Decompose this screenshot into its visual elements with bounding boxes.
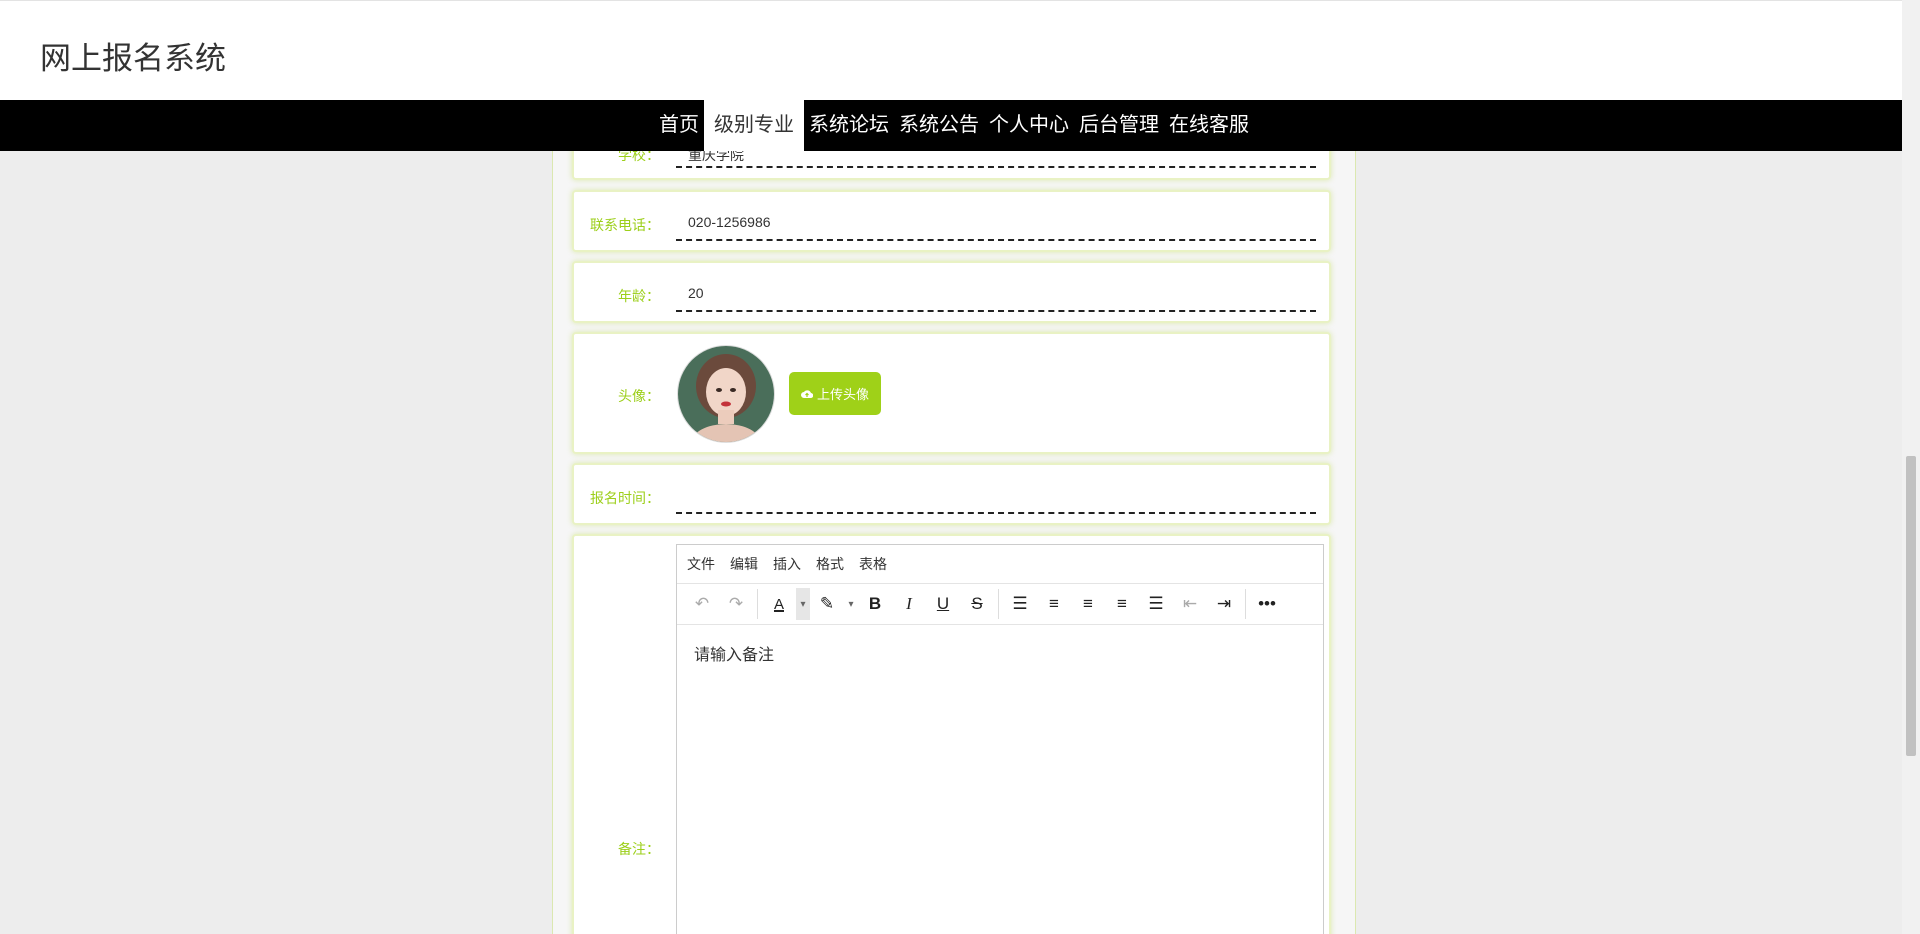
- upload-avatar-label: 上传头像: [816, 387, 869, 402]
- upload-avatar-button[interactable]: 上传头像: [789, 372, 881, 415]
- rich-text-editor: 文件 编辑 插入 格式 表格 ↶ ↷ A ▾ ✎ ▾ B I U S ☰ ≡ ≡…: [676, 544, 1324, 934]
- text-color-dropdown-icon[interactable]: ▾: [796, 588, 810, 620]
- menu-file[interactable]: 文件: [687, 554, 715, 574]
- editor-menubar: 文件 编辑 插入 格式 表格: [677, 545, 1323, 584]
- menu-insert[interactable]: 插入: [773, 554, 801, 574]
- age-input[interactable]: 20: [688, 285, 704, 301]
- site-title: 网上报名系统: [40, 41, 226, 76]
- avatar-label: 头像：: [618, 388, 660, 404]
- remark-editor-body[interactable]: 请输入备注: [677, 625, 1323, 681]
- text-color-icon[interactable]: A: [762, 588, 796, 620]
- signup-time-row: 报名时间：: [572, 463, 1331, 525]
- highlight-icon[interactable]: ✎: [810, 588, 844, 620]
- remark-row: 备注： 文件 编辑 插入 格式 表格 ↶ ↷ A ▾ ✎ ▾ B I U S ☰…: [572, 534, 1331, 934]
- school-row: 学校： 重庆学院: [572, 151, 1331, 180]
- signup-time-label: 报名时间：: [590, 490, 660, 506]
- line-height-icon[interactable]: ☰: [1003, 588, 1037, 620]
- age-label: 年龄：: [618, 288, 660, 304]
- outdent-icon[interactable]: ⇤: [1173, 588, 1207, 620]
- nav-personal-center[interactable]: 个人中心: [984, 100, 1074, 151]
- menu-table[interactable]: 表格: [859, 554, 887, 574]
- undo-icon[interactable]: ↶: [685, 588, 719, 620]
- redo-icon[interactable]: ↷: [719, 588, 753, 620]
- avatar-row: 头像： 上传头像: [572, 332, 1331, 454]
- nav-admin[interactable]: 后台管理: [1074, 100, 1164, 151]
- page-scrollbar[interactable]: [1902, 0, 1920, 934]
- phone-input[interactable]: 020-1256986: [688, 214, 771, 230]
- school-label: 学校：: [618, 151, 660, 163]
- highlight-dropdown-icon[interactable]: ▾: [844, 588, 858, 620]
- nav-announcements[interactable]: 系统公告: [894, 100, 984, 151]
- nav-level-major[interactable]: 级别专业: [704, 100, 804, 151]
- italic-icon[interactable]: I: [892, 588, 926, 620]
- cloud-upload-icon: [801, 389, 813, 398]
- strikethrough-icon[interactable]: S: [960, 588, 994, 620]
- remark-label: 备注：: [618, 841, 660, 857]
- bold-icon[interactable]: B: [858, 588, 892, 620]
- avatar: [677, 345, 775, 443]
- form-area: 学校： 重庆学院 联系电话： 020-1256986 年龄： 20 头像： 上传…: [0, 151, 1902, 934]
- align-left-icon[interactable]: ≡: [1037, 588, 1071, 620]
- menu-edit[interactable]: 编辑: [730, 554, 758, 574]
- align-center-icon[interactable]: ≡: [1071, 588, 1105, 620]
- indent-icon[interactable]: ⇥: [1207, 588, 1241, 620]
- scroll-thumb[interactable]: [1906, 456, 1916, 756]
- header: 网上报名系统: [0, 0, 1902, 100]
- menu-format[interactable]: 格式: [816, 554, 844, 574]
- justify-icon[interactable]: ☰: [1139, 588, 1173, 620]
- more-icon[interactable]: •••: [1250, 588, 1284, 620]
- main-nav: 首页 级别专业 系统论坛 系统公告 个人中心 后台管理 在线客服: [0, 100, 1902, 151]
- nav-home[interactable]: 首页: [654, 100, 704, 151]
- nav-customer-service[interactable]: 在线客服: [1164, 100, 1254, 151]
- align-right-icon[interactable]: ≡: [1105, 588, 1139, 620]
- phone-row: 联系电话： 020-1256986: [572, 190, 1331, 252]
- age-row: 年龄： 20: [572, 261, 1331, 323]
- phone-label: 联系电话：: [590, 217, 660, 233]
- school-value[interactable]: 重庆学院: [688, 151, 744, 165]
- nav-forum[interactable]: 系统论坛: [804, 100, 894, 151]
- editor-toolbar: ↶ ↷ A ▾ ✎ ▾ B I U S ☰ ≡ ≡ ≡ ☰ ⇤ ⇥ •••: [677, 584, 1323, 625]
- underline-icon[interactable]: U: [926, 588, 960, 620]
